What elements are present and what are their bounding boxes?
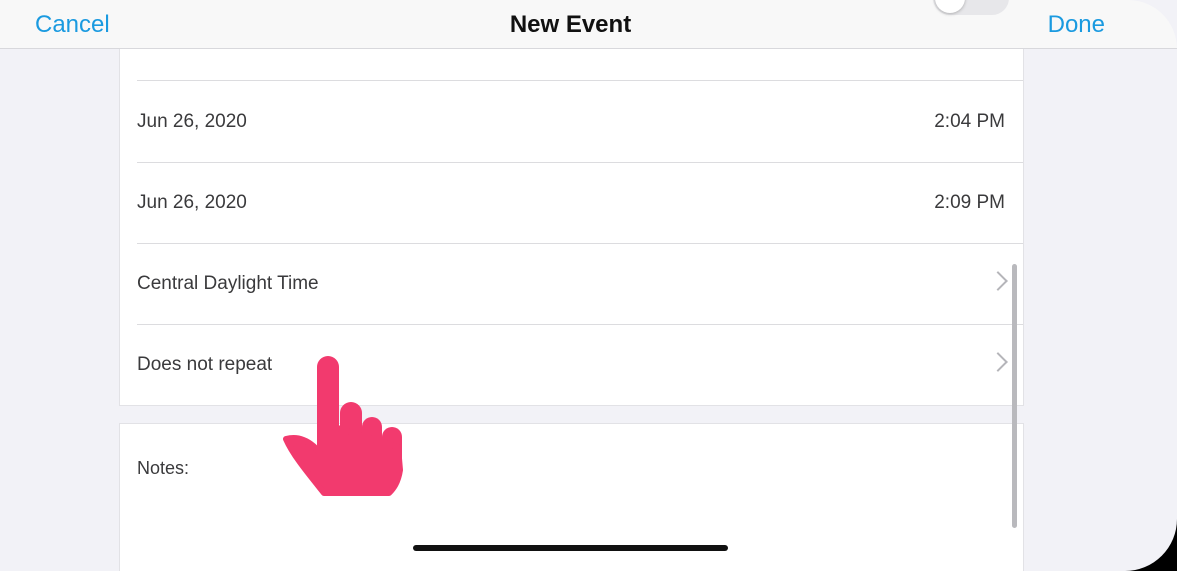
- toggle-knob: [935, 0, 965, 13]
- timezone-label: Central Daylight Time: [137, 273, 319, 294]
- notes-label: Notes:: [137, 458, 190, 478]
- timezone-row[interactable]: Central Daylight Time: [137, 243, 1023, 325]
- screen: Cancel New Event Done Jun 26, 2020 2:04 …: [0, 0, 1177, 571]
- start-date[interactable]: Jun 26, 2020: [137, 81, 247, 162]
- end-datetime-row[interactable]: Jun 26, 2020 2:09 PM: [137, 162, 1023, 244]
- end-date[interactable]: Jun 26, 2020: [137, 162, 247, 243]
- start-datetime-row[interactable]: Jun 26, 2020 2:04 PM: [137, 81, 1023, 163]
- scrollbar[interactable]: [1012, 264, 1017, 528]
- end-time[interactable]: 2:09 PM: [934, 162, 1005, 243]
- chevron-right-icon: [988, 271, 1008, 291]
- chevron-right-icon: [988, 352, 1008, 372]
- hand-pointer-icon: [283, 356, 403, 496]
- all-day-toggle[interactable]: [933, 0, 1009, 15]
- repeat-label: Does not repeat: [137, 354, 273, 375]
- event-details-group: Jun 26, 2020 2:04 PM Jun 26, 2020 2:09 P…: [119, 0, 1024, 406]
- home-indicator[interactable]: [413, 545, 728, 551]
- start-time[interactable]: 2:04 PM: [934, 81, 1005, 162]
- done-button[interactable]: Done: [1048, 11, 1105, 39]
- all-day-row: [137, 0, 1023, 81]
